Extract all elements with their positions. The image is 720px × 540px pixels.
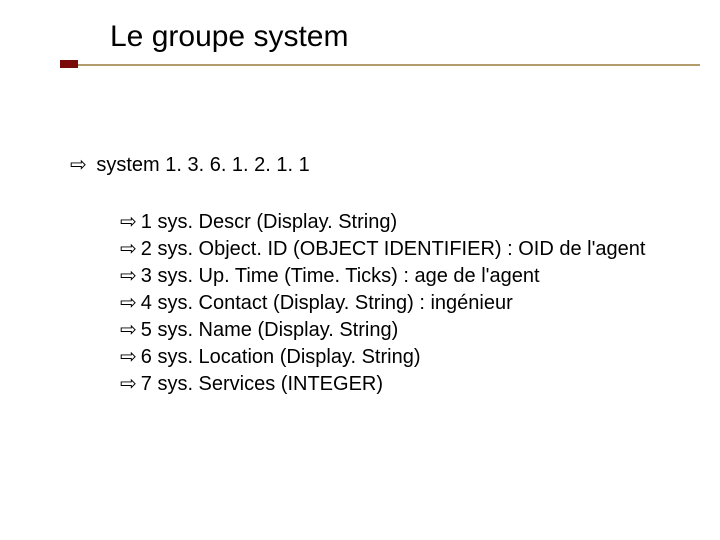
list-item: ⇨7 sys. Services (INTEGER) [120, 371, 680, 398]
sub-item-text: 6 sys. Location (Display. String) [141, 346, 421, 368]
list-item: ⇨1 sys. Descr (Display. String) [120, 209, 680, 236]
arrow-icon: ⇨ [120, 238, 137, 260]
main-item-text: system 1. 3. 6. 1. 2. 1. 1 [96, 154, 309, 176]
arrow-icon: ⇨ [120, 211, 137, 233]
divider-accent [60, 60, 78, 68]
arrow-icon: ⇨ [120, 319, 137, 341]
sub-item-text: 4 sys. Contact (Display. String) : ingén… [141, 292, 513, 314]
arrow-icon: ⇨ [70, 154, 87, 176]
arrow-icon: ⇨ [120, 373, 137, 395]
list-item: ⇨3 sys. Up. Time (Time. Ticks) : age de … [120, 263, 680, 290]
slide: Le groupe system ⇨ system 1. 3. 6. 1. 2.… [0, 0, 720, 540]
divider-line [60, 64, 700, 66]
title-wrap: Le groupe system [0, 20, 720, 54]
sub-item-text: 1 sys. Descr (Display. String) [141, 211, 397, 233]
sub-item-text: 5 sys. Name (Display. String) [141, 319, 398, 341]
content: ⇨ system 1. 3. 6. 1. 2. 1. 1 ⇨1 sys. Des… [0, 72, 720, 398]
list-item: ⇨ system 1. 3. 6. 1. 2. 1. 1 [70, 152, 680, 179]
list-item: ⇨5 sys. Name (Display. String) [120, 317, 680, 344]
list-item: ⇨4 sys. Contact (Display. String) : ingé… [120, 290, 680, 317]
list-item: ⇨6 sys. Location (Display. String) [120, 344, 680, 371]
arrow-icon: ⇨ [120, 292, 137, 314]
sub-item-text: 2 sys. Object. ID (OBJECT IDENTIFIER) : … [141, 238, 646, 260]
sub-item-text: 3 sys. Up. Time (Time. Ticks) : age de l… [141, 265, 540, 287]
list-item: ⇨2 sys. Object. ID (OBJECT IDENTIFIER) :… [120, 236, 680, 263]
page-title: Le groupe system [110, 20, 720, 54]
sub-list: ⇨1 sys. Descr (Display. String) ⇨2 sys. … [70, 209, 680, 398]
sub-item-text: 7 sys. Services (INTEGER) [141, 373, 383, 395]
arrow-icon: ⇨ [120, 346, 137, 368]
arrow-icon: ⇨ [120, 265, 137, 287]
divider [60, 62, 700, 72]
